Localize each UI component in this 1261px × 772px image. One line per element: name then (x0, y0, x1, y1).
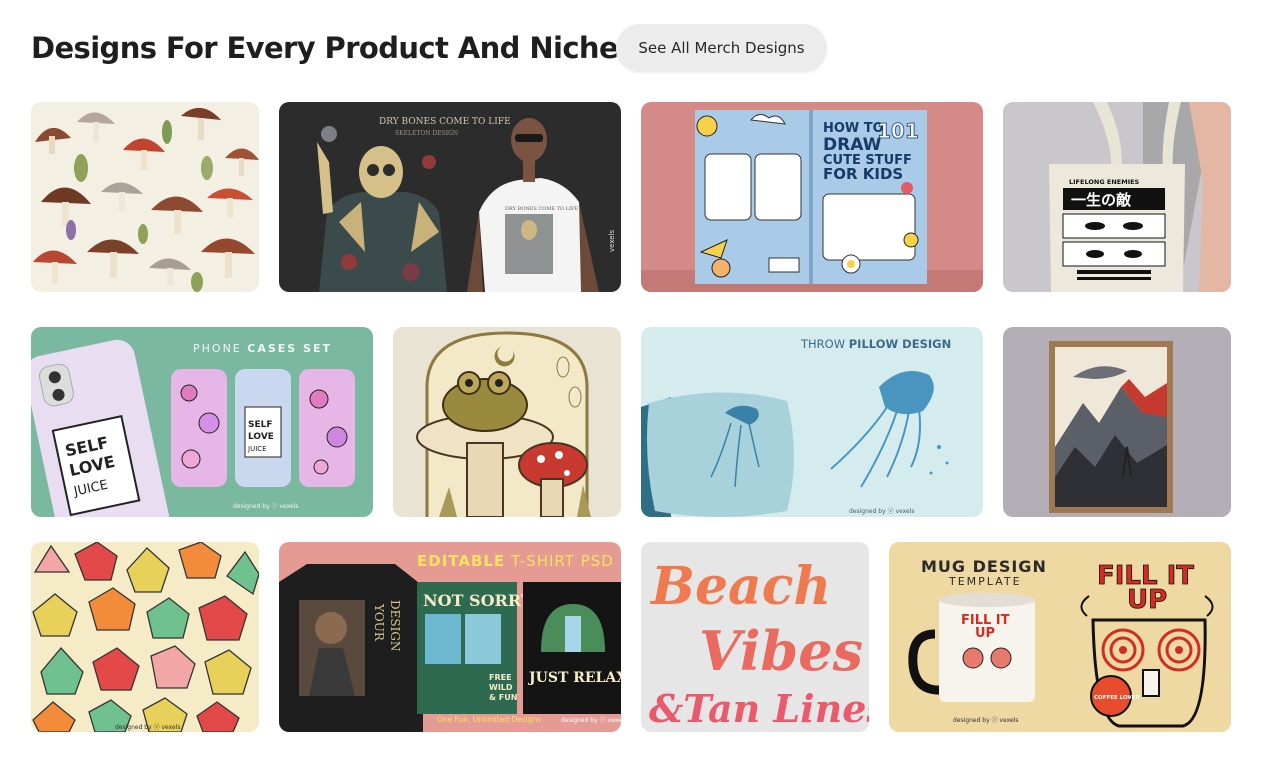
svg-text:MUG DESIGN: MUG DESIGN (921, 557, 1047, 576)
svg-text:designed by ⓥ vexels: designed by ⓥ vexels (115, 723, 180, 731)
svg-text:JUICE: JUICE (247, 445, 267, 453)
design-tile-frog-mushroom[interactable] (393, 327, 621, 517)
framed-print-image (1003, 327, 1231, 517)
design-tile-beach-vibes-lettering[interactable]: Beach Vibes &Tan Lines (641, 542, 869, 732)
design-tile-throw-pillow[interactable]: THROW PILLOW DESIGN designed by ⓥ vexels (641, 327, 983, 517)
svg-text:FOR KIDS: FOR KIDS (823, 165, 903, 183)
frog-mushroom-image (393, 327, 621, 517)
svg-text:One Fun, Unlimited Designs: One Fun, Unlimited Designs (437, 715, 541, 724)
svg-text:SELF: SELF (248, 420, 273, 430)
svg-text:PHONE CASES SET: PHONE CASES SET (193, 342, 332, 355)
design-tile-mushroom-pattern[interactable] (31, 102, 259, 292)
svg-text:YOUR: YOUR (372, 603, 386, 642)
design-tile-phone-cases[interactable]: PHONE CASES SET SELF LOVE JUICE SELF LOV… (31, 327, 373, 517)
svg-text:designed by ⓥ vexels: designed by ⓥ vexels (561, 716, 621, 724)
svg-text:designed by ⓥ vexels: designed by ⓥ vexels (953, 716, 1018, 724)
svg-text:UP: UP (1127, 585, 1167, 615)
see-all-merch-designs-button[interactable]: See All Merch Designs (616, 24, 827, 72)
svg-text:Beach: Beach (649, 556, 831, 617)
design-tile-skeleton-tshirt[interactable]: DRY BONES COME TO LIFE SKELETON DESIGN D… (279, 102, 621, 292)
svg-text:TEMPLATE: TEMPLATE (948, 575, 1022, 588)
beach-vibes-image: Beach Vibes &Tan Lines (641, 542, 869, 732)
svg-text:UP: UP (975, 626, 995, 641)
svg-text:COFFEE LOVER: COFFEE LOVER (1094, 695, 1141, 701)
svg-text:一生の敵: 一生の敵 (1071, 191, 1132, 209)
tote-bag-image: LIFELONG ENEMIES 一生の敵 (1003, 102, 1231, 292)
svg-text:Vibes: Vibes (699, 619, 863, 683)
design-tile-framed-print[interactable] (1003, 327, 1231, 517)
mug-template-image: MUG DESIGN TEMPLATE FILL IT UP FILL IT U… (889, 542, 1231, 732)
svg-text:DRY BONES COME TO LIFE: DRY BONES COME TO LIFE (505, 206, 578, 212)
svg-text:vexels: vexels (608, 229, 616, 252)
design-tile-dice-pattern[interactable]: designed by ⓥ vexels (31, 542, 259, 732)
svg-text:LOVE: LOVE (248, 432, 274, 442)
svg-text:THROW PILLOW DESIGN: THROW PILLOW DESIGN (800, 337, 951, 351)
svg-text:NOT SORRY: NOT SORRY (423, 591, 533, 610)
svg-text:101: 101 (877, 119, 919, 143)
dice-pattern-image: designed by ⓥ vexels (31, 542, 259, 732)
svg-text:WILD: WILD (489, 683, 513, 692)
kids-book-image: HOW TO 101 DRAW CUTE STUFF FOR KIDS (641, 102, 983, 292)
svg-text:EDITABLE T-SHIRT PSD: EDITABLE T-SHIRT PSD (417, 552, 614, 570)
svg-text:DRAW: DRAW (823, 135, 882, 155)
svg-text:HOW TO: HOW TO (823, 121, 884, 136)
svg-text:LIFELONG ENEMIES: LIFELONG ENEMIES (1069, 178, 1140, 186)
svg-text:SKELETON DESIGN: SKELETON DESIGN (395, 130, 458, 137)
svg-text:FREE: FREE (489, 673, 512, 682)
section-title: Designs For Every Product And Niche (31, 31, 619, 65)
svg-text:DRY BONES COME TO LIFE: DRY BONES COME TO LIFE (379, 117, 511, 127)
editable-psd-image: EDITABLE T-SHIRT PSD YOUR DESIGN NOT SOR… (279, 542, 621, 732)
svg-text:&Tan Lines: &Tan Lines (649, 686, 869, 731)
design-tile-editable-tshirt-psd[interactable]: EDITABLE T-SHIRT PSD YOUR DESIGN NOT SOR… (279, 542, 621, 732)
throw-pillow-image: THROW PILLOW DESIGN designed by ⓥ vexels (641, 327, 983, 517)
design-tile-tote-bag[interactable]: LIFELONG ENEMIES 一生の敵 (1003, 102, 1231, 292)
section-header: Designs For Every Product And Niche (31, 24, 619, 72)
svg-text:& FUN: & FUN (489, 693, 517, 702)
svg-text:JUST RELAX: JUST RELAX (527, 670, 621, 686)
skeleton-tshirt-image: DRY BONES COME TO LIFE SKELETON DESIGN D… (279, 102, 621, 292)
design-tile-kids-drawing-book[interactable]: HOW TO 101 DRAW CUTE STUFF FOR KIDS (641, 102, 983, 292)
design-tile-mug-template[interactable]: MUG DESIGN TEMPLATE FILL IT UP FILL IT U… (889, 542, 1231, 732)
svg-text:designed by ⓥ vexels: designed by ⓥ vexels (233, 502, 298, 510)
mushroom-pattern-image (31, 102, 259, 292)
svg-text:designed by ⓥ vexels: designed by ⓥ vexels (849, 507, 914, 515)
svg-text:DESIGN: DESIGN (388, 600, 402, 651)
phone-cases-image: PHONE CASES SET SELF LOVE JUICE SELF LOV… (31, 327, 373, 517)
